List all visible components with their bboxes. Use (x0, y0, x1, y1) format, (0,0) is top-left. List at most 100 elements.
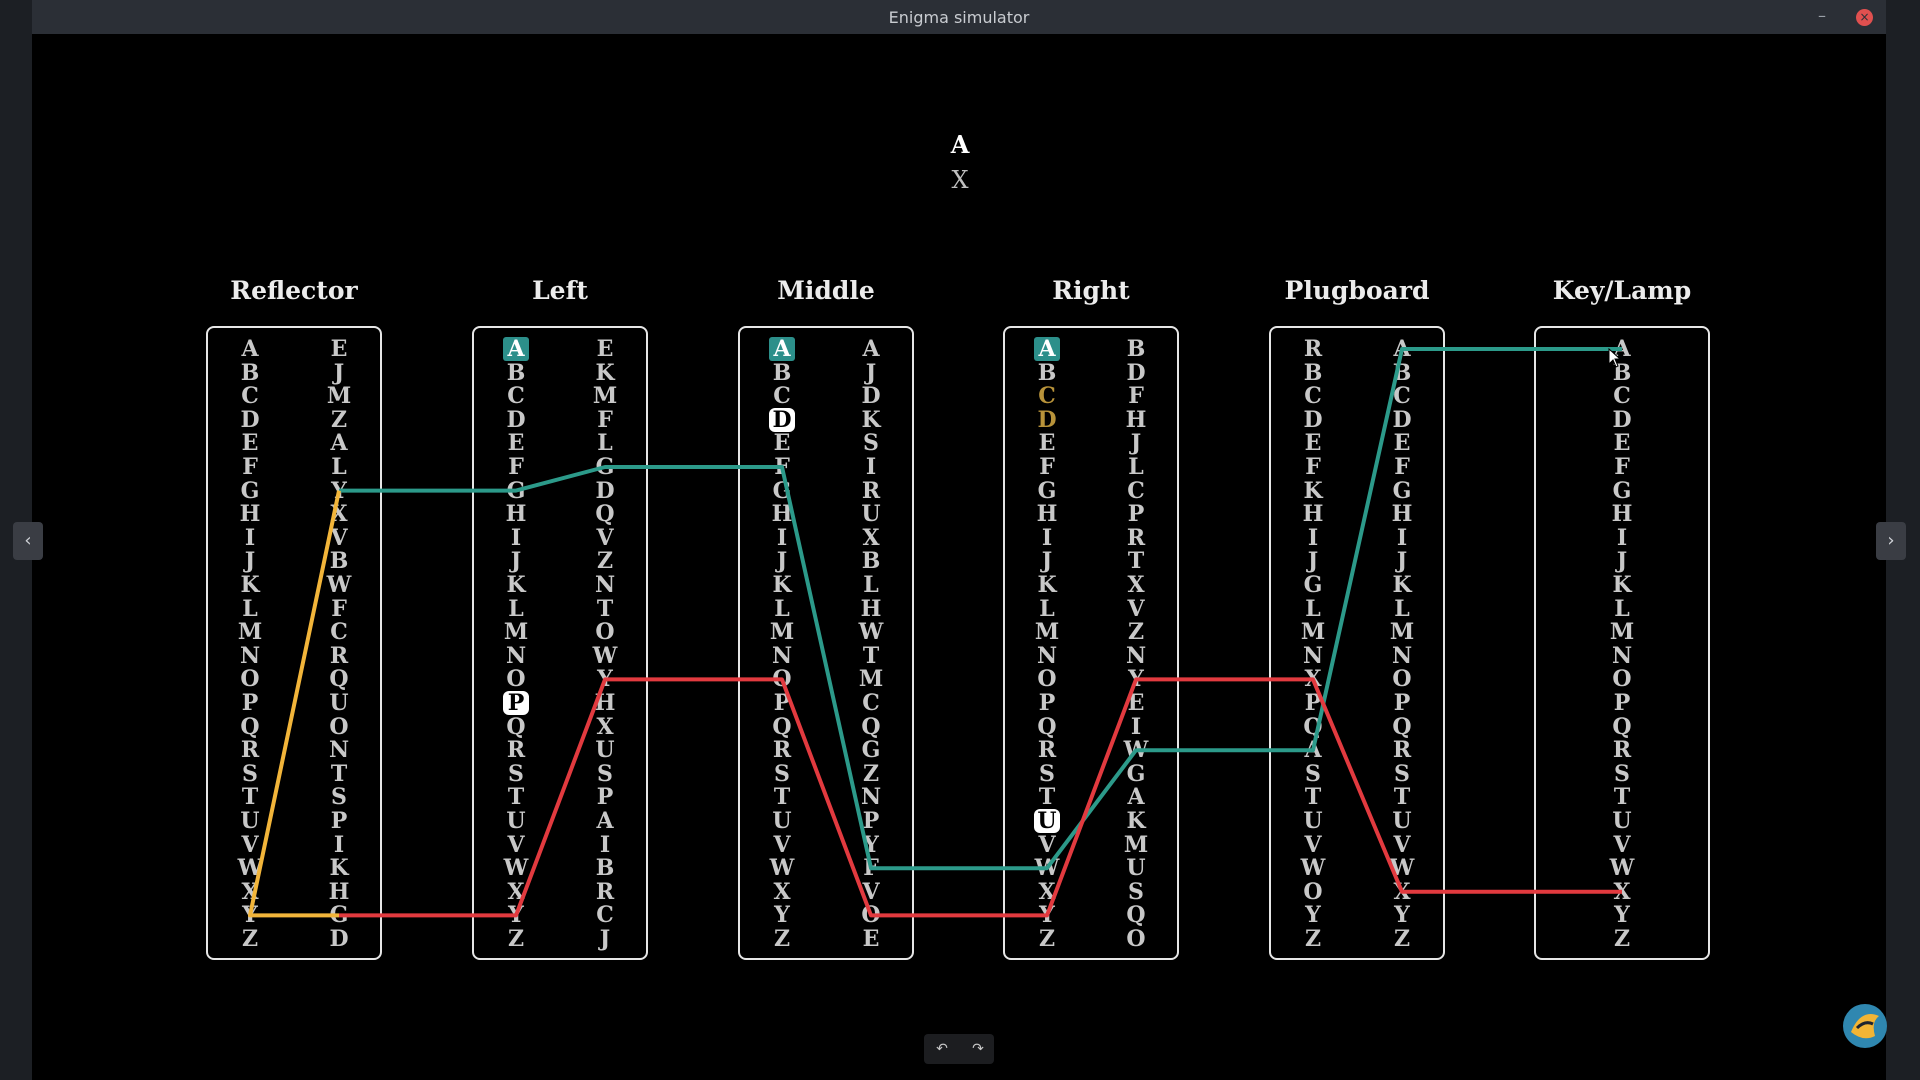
reflector-outer-letter-d[interactable]: D (326, 927, 352, 951)
right-inner-letter-v[interactable]: V (1034, 833, 1060, 857)
redo-button[interactable]: ↷ (965, 1036, 991, 1062)
middle-outer-letter-u[interactable]: U (858, 502, 884, 526)
column-box-reflector[interactable] (206, 326, 382, 960)
middle-inner-letter-h[interactable]: H (769, 502, 795, 526)
plugboard-inner-letter-o[interactable]: O (1300, 880, 1326, 904)
middle-outer-letter-o[interactable]: O (858, 903, 884, 927)
reflector-outer-letter-q[interactable]: Q (326, 667, 352, 691)
middle-inner-letter-g[interactable]: G (769, 479, 795, 503)
keylamp-inner-letter-m[interactable]: M (1609, 620, 1635, 644)
middle-inner-letter-w[interactable]: W (769, 856, 795, 880)
middle-inner-letter-i[interactable]: I (769, 526, 795, 550)
plugboard-inner-letter-y[interactable]: Y (1300, 903, 1326, 927)
left-outer-letter-p[interactable]: P (592, 785, 618, 809)
left-inner-letter-c[interactable]: C (503, 384, 529, 408)
left-outer-letter-o[interactable]: O (592, 620, 618, 644)
reflector-inner-letter-s[interactable]: S (237, 762, 263, 786)
right-inner-letter-q[interactable]: Q (1034, 715, 1060, 739)
middle-outer-letter-x[interactable]: X (858, 526, 884, 550)
keylamp-inner-letter-x[interactable]: X (1609, 880, 1635, 904)
left-outer-letter-x[interactable]: X (592, 715, 618, 739)
right-inner-letter-p[interactable]: P (1034, 691, 1060, 715)
keylamp-inner-letter-i[interactable]: I (1609, 526, 1635, 550)
middle-outer-letter-i[interactable]: I (858, 455, 884, 479)
middle-outer-letter-m[interactable]: M (858, 667, 884, 691)
plugboard-inner-letter-b[interactable]: B (1300, 361, 1326, 385)
plugboard-outer-letter-q[interactable]: Q (1389, 715, 1415, 739)
keylamp-inner-letter-f[interactable]: F (1609, 455, 1635, 479)
reflector-outer-letter-j[interactable]: J (326, 361, 352, 385)
plugboard-outer-letter-v[interactable]: V (1389, 833, 1415, 857)
left-inner-letter-p[interactable]: P (503, 691, 529, 715)
reflector-outer-letter-g[interactable]: G (326, 903, 352, 927)
right-inner-letter-w[interactable]: W (1034, 856, 1060, 880)
reflector-inner-letter-l[interactable]: L (237, 597, 263, 621)
left-outer-letter-u[interactable]: U (592, 738, 618, 762)
plugboard-inner-letter-a[interactable]: A (1300, 738, 1326, 762)
right-outer-letter-k[interactable]: K (1123, 809, 1149, 833)
middle-outer-letter-y[interactable]: Y (858, 833, 884, 857)
keylamp-inner-letter-v[interactable]: V (1609, 833, 1635, 857)
plugboard-outer-letter-t[interactable]: T (1389, 785, 1415, 809)
right-outer-letter-m[interactable]: M (1123, 833, 1149, 857)
right-outer-letter-r[interactable]: R (1123, 526, 1149, 550)
plugboard-outer-letter-a[interactable]: A (1389, 337, 1415, 361)
plugboard-outer-letter-u[interactable]: U (1389, 809, 1415, 833)
right-inner-letter-z[interactable]: Z (1034, 927, 1060, 951)
right-outer-letter-h[interactable]: H (1123, 408, 1149, 432)
column-box-middle[interactable] (738, 326, 914, 960)
left-inner-letter-z[interactable]: Z (503, 927, 529, 951)
plugboard-outer-letter-y[interactable]: Y (1389, 903, 1415, 927)
right-outer-letter-n[interactable]: N (1123, 644, 1149, 668)
left-outer-letter-n[interactable]: N (592, 573, 618, 597)
plugboard-outer-letter-s[interactable]: S (1389, 762, 1415, 786)
plugboard-inner-letter-n[interactable]: N (1300, 644, 1326, 668)
plugboard-outer-letter-h[interactable]: H (1389, 502, 1415, 526)
left-inner-letter-q[interactable]: Q (503, 715, 529, 739)
middle-inner-letter-a[interactable]: A (769, 337, 795, 361)
left-outer-letter-s[interactable]: S (592, 762, 618, 786)
right-inner-letter-k[interactable]: K (1034, 573, 1060, 597)
middle-outer-letter-h[interactable]: H (858, 597, 884, 621)
left-inner-letter-k[interactable]: K (503, 573, 529, 597)
plugboard-outer-letter-l[interactable]: L (1389, 597, 1415, 621)
left-inner-letter-s[interactable]: S (503, 762, 529, 786)
keylamp-inner-letter-t[interactable]: T (1609, 785, 1635, 809)
right-inner-letter-o[interactable]: O (1034, 667, 1060, 691)
reflector-outer-letter-z[interactable]: Z (326, 408, 352, 432)
left-inner-letter-h[interactable]: H (503, 502, 529, 526)
right-outer-letter-b[interactable]: B (1123, 337, 1149, 361)
plugboard-outer-letter-x[interactable]: X (1389, 880, 1415, 904)
reflector-outer-letter-f[interactable]: F (326, 597, 352, 621)
keylamp-inner-letter-q[interactable]: Q (1609, 715, 1635, 739)
keylamp-inner-letter-y[interactable]: Y (1609, 903, 1635, 927)
plugboard-outer-letter-m[interactable]: M (1389, 620, 1415, 644)
reflector-inner-letter-y[interactable]: Y (237, 903, 263, 927)
column-box-plugboard[interactable] (1269, 326, 1445, 960)
reflector-outer-letter-h[interactable]: H (326, 880, 352, 904)
reflector-outer-letter-o[interactable]: O (326, 715, 352, 739)
plugboard-outer-letter-g[interactable]: G (1389, 479, 1415, 503)
middle-outer-letter-j[interactable]: J (858, 361, 884, 385)
keylamp-inner-letter-g[interactable]: G (1609, 479, 1635, 503)
reflector-outer-letter-t[interactable]: T (326, 762, 352, 786)
plugboard-outer-letter-f[interactable]: F (1389, 455, 1415, 479)
keylamp-inner-letter-o[interactable]: O (1609, 667, 1635, 691)
reflector-outer-letter-u[interactable]: U (326, 691, 352, 715)
left-outer-letter-a[interactable]: A (592, 809, 618, 833)
previous-step-button[interactable]: ‹ (13, 522, 43, 560)
right-inner-letter-m[interactable]: M (1034, 620, 1060, 644)
plugboard-inner-letter-g[interactable]: G (1300, 573, 1326, 597)
reflector-outer-letter-i[interactable]: I (326, 833, 352, 857)
plugboard-inner-letter-c[interactable]: C (1300, 384, 1326, 408)
right-outer-letter-x[interactable]: X (1123, 573, 1149, 597)
reflector-inner-letter-e[interactable]: E (237, 431, 263, 455)
right-inner-letter-l[interactable]: L (1034, 597, 1060, 621)
plugboard-inner-letter-v[interactable]: V (1300, 833, 1326, 857)
right-inner-letter-i[interactable]: I (1034, 526, 1060, 550)
middle-outer-letter-b[interactable]: B (858, 549, 884, 573)
middle-outer-letter-r[interactable]: R (858, 479, 884, 503)
plugboard-outer-letter-z[interactable]: Z (1389, 927, 1415, 951)
column-box-right[interactable] (1003, 326, 1179, 960)
reflector-outer-letter-v[interactable]: V (326, 526, 352, 550)
